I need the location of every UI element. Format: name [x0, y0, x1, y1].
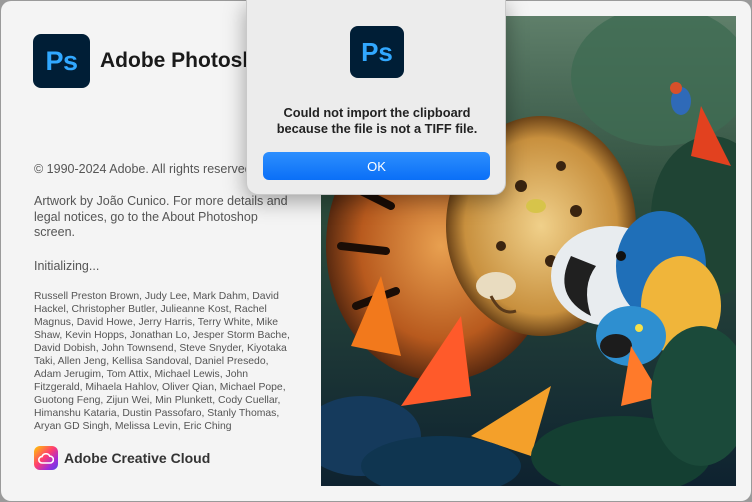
- status-text: Initializing...: [34, 259, 100, 273]
- error-dialog: Ps Could not import the clipboard becaus…: [246, 0, 506, 195]
- dialog-message-line-2: because the file is not a TIFF file.: [276, 121, 478, 136]
- ok-button[interactable]: OK: [263, 152, 490, 180]
- credits-list: Russell Preston Brown, Judy Lee, Mark Da…: [34, 291, 290, 432]
- dialog-message-line-1: Could not import the clipboard: [283, 105, 471, 120]
- creative-cloud-branding: Adobe Creative Cloud: [34, 446, 210, 470]
- dialog-message: Could not import the clipboard because t…: [247, 105, 507, 137]
- artwork-credit: Artwork by João Cunico. For more details…: [34, 194, 288, 239]
- creative-cloud-label: Adobe Creative Cloud: [64, 450, 211, 466]
- photoshop-logo-icon: Ps: [33, 34, 90, 88]
- creative-cloud-icon: [34, 446, 58, 470]
- photoshop-app-icon: Ps: [350, 26, 404, 78]
- copyright-text: © 1990-2024 Adobe. All rights reserved.: [34, 162, 256, 176]
